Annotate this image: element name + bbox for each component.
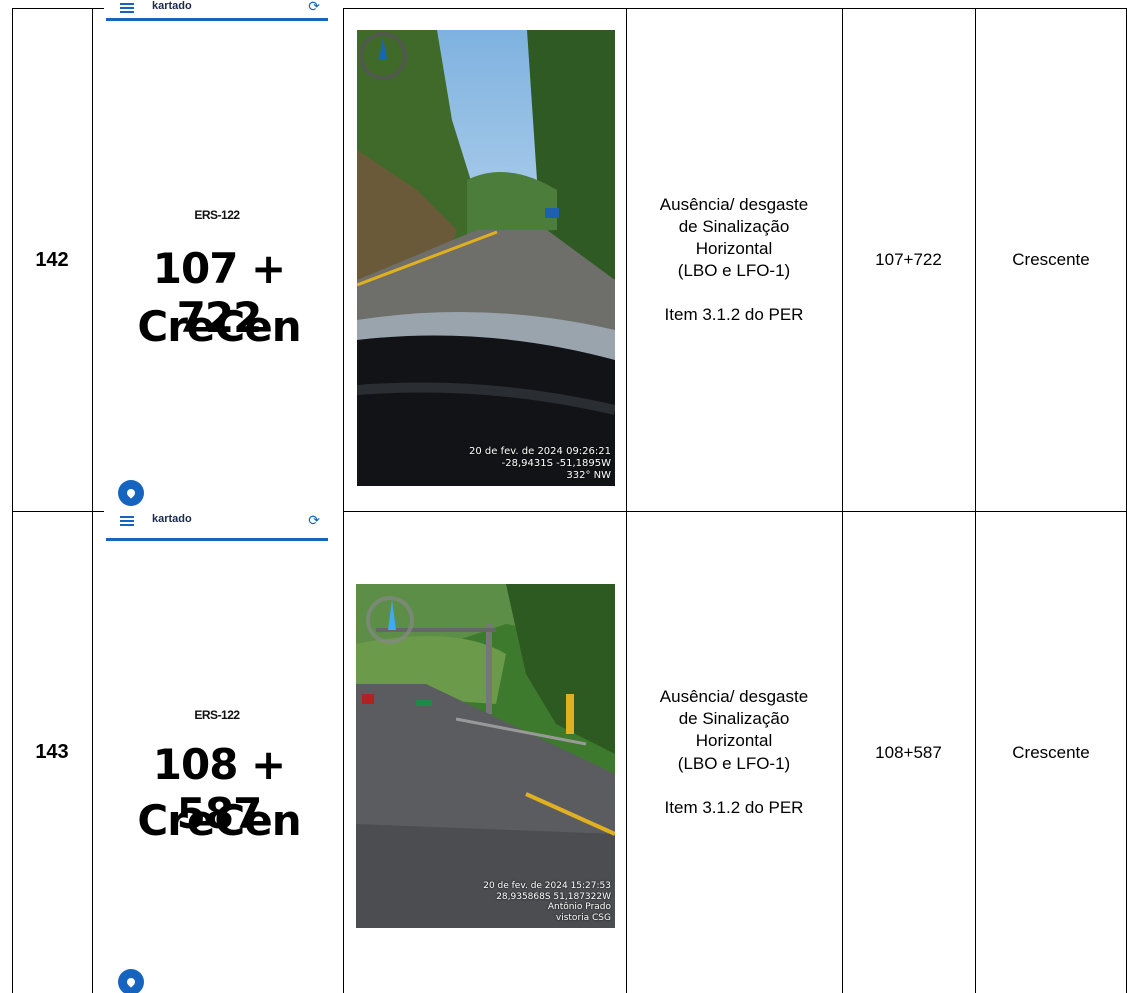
inspection-table: 142 kartado ⟳ ERS-122 107 + 722 CreCen 2…: [0, 0, 1127, 993]
description: Ausência/ desgaste de Sinalização Horizo…: [626, 512, 842, 993]
menu-icon: [120, 3, 134, 13]
item-number: 142: [35, 248, 69, 271]
app-name: kartado: [152, 513, 192, 525]
km-value: 108+587: [875, 742, 942, 762]
desc-line: Ausência/ desgaste: [659, 687, 809, 707]
menu-icon: [120, 516, 134, 526]
app-bar-underline: [106, 18, 328, 21]
table-row: 142 kartado ⟳ ERS-122 107 + 722 CreCen 2…: [0, 0, 1127, 511]
app-bar: kartado ⟳: [104, 512, 330, 541]
direction: Crescente: [1012, 250, 1090, 269]
photo-timestamp: 20 de fev. de 2024 09:26:21 -28,9431S -5…: [469, 446, 611, 482]
app-name: kartado: [152, 0, 192, 12]
road-id: ERS-122: [194, 208, 240, 222]
app-screenshot: kartado ⟳ ERS-122 107 + 722 CreCen: [104, 0, 330, 511]
sync-icon: ⟳: [308, 0, 320, 14]
photo-timestamp: 20 de fev. de 2024 15:27:53 28,935868S 5…: [483, 881, 611, 924]
desc-line: de Sinalização: [678, 216, 790, 236]
road-photo-image: [357, 30, 615, 486]
stamp-date: 20 de fev. de 2024 09:26:21: [469, 446, 611, 457]
stamp-coords: 28,935868S 51,187322W: [496, 891, 611, 902]
description: Ausência/ desgaste de Sinalização Horizo…: [626, 9, 842, 511]
app-bar-underline: [106, 538, 328, 541]
desc-line: (LBO e LFO-1): [677, 753, 791, 773]
location-pin-icon: [118, 969, 144, 993]
desc-line: Horizontal: [695, 238, 773, 258]
lane-code: CreCen: [137, 796, 301, 845]
desc-line: Ausência/ desgaste: [659, 194, 809, 214]
km-value: 107+722: [875, 250, 942, 269]
desc-line: de Sinalização: [678, 709, 790, 729]
direction: Crescente: [1012, 742, 1090, 762]
lane-code: CreCen: [137, 302, 301, 351]
app-bar: kartado ⟳: [104, 0, 330, 28]
desc-line: Horizontal: [695, 731, 773, 751]
sync-icon: ⟳: [308, 512, 320, 528]
stamp-heading: 332° NW: [566, 470, 611, 481]
road-photo: 20 de fev. de 2024 15:27:53 28,935868S 5…: [356, 584, 615, 928]
reference: Item 3.1.2 do PER: [664, 797, 804, 817]
road-photo-image: [356, 584, 615, 928]
stamp-coords: -28,9431S -51,1895W: [501, 458, 611, 469]
item-number: 143: [35, 741, 69, 763]
location-pin-icon: [118, 480, 144, 506]
stamp-date: 20 de fev. de 2024 15:27:53: [483, 880, 611, 891]
road-photo: 20 de fev. de 2024 09:26:21 -28,9431S -5…: [357, 30, 615, 486]
stamp-note: vistoria CSG: [555, 913, 611, 924]
app-screenshot: kartado ⟳ ERS-122 108 + 587 CreCen: [104, 512, 330, 993]
stamp-location: Antônio Prado: [547, 902, 611, 913]
desc-line: (LBO e LFO-1): [677, 261, 791, 281]
road-id: ERS-122: [194, 708, 240, 722]
table-row: 143 kartado ⟳ ERS-122 108 + 587 CreCen 2…: [0, 512, 1127, 993]
reference: Item 3.1.2 do PER: [664, 305, 804, 325]
